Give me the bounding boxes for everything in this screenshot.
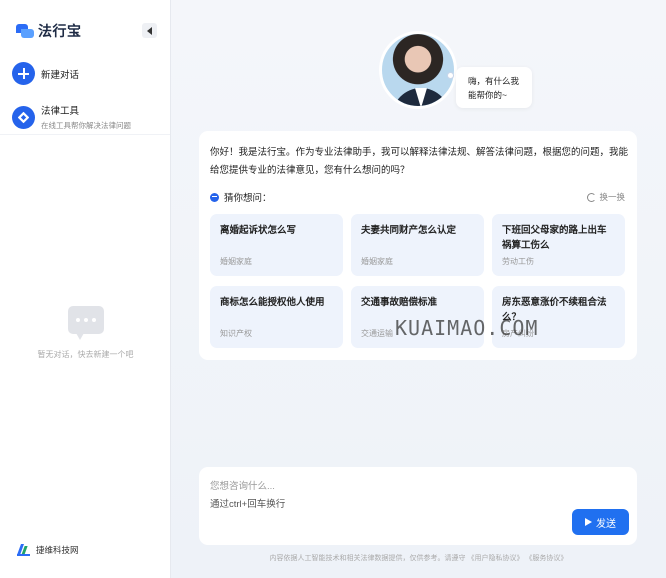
question-category: 婚姻家庭 — [361, 257, 393, 266]
new-chat-button[interactable]: 新建对话 — [12, 62, 79, 85]
question-title: 商标怎么能授权他人使用 — [220, 297, 325, 308]
question-category: 劳动工伤 — [502, 257, 534, 266]
refresh-label: 换一换 — [599, 192, 625, 202]
status-dot — [447, 72, 454, 79]
disclaimer: 内容依据人工智能技术和相关法律数据提供，仅供参考。请遵守 《用户隐私协议》 《服… — [269, 555, 568, 562]
suggestions-header: 猜你想问： — [210, 190, 272, 204]
question-category: 婚姻家庭 — [220, 257, 252, 266]
intro-text: 你好！我是法行宝。作为专业法律助手，我可以解释法律法规、解答法律问题，根据您的问… — [210, 147, 629, 176]
app-logo: 法行宝 — [16, 21, 82, 41]
suggestion-icon — [210, 192, 219, 202]
suggested-question[interactable]: 商标怎么能授权他人使用 知识产权 — [210, 286, 343, 348]
plus-icon — [12, 62, 35, 85]
sidebar-item-legal-tools[interactable]: 法律工具 在线工具帮你解决法律问题 — [12, 103, 131, 131]
app-title: 法行宝 — [38, 23, 82, 39]
question-category: 知识产权 — [220, 329, 252, 338]
logo-icon — [16, 23, 34, 39]
chat-main: 嗨，有什么我能帮你的~ 你好！我是法行宝。作为专业法律助手，我可以解释法律法规、… — [171, 0, 666, 578]
brand-name: 捷维科技网 — [36, 545, 79, 555]
watermark-text: KUAIMAO.COM — [395, 316, 539, 340]
legal-tools-subtitle: 在线工具帮你解决法律问题 — [41, 121, 131, 130]
input-hint: 通过ctrl+回车换行 — [210, 499, 286, 510]
footer-brand: 捷维科技网 — [16, 543, 79, 557]
question-title: 下班回父母家的路上出车祸算工伤么 — [502, 225, 607, 251]
send-icon — [585, 518, 592, 526]
suggested-question[interactable]: 下班回父母家的路上出车祸算工伤么 劳动工伤 — [492, 214, 625, 276]
chevron-left-icon — [147, 26, 152, 35]
refresh-button[interactable]: 换一换 — [587, 191, 625, 203]
suggestions-label: 猜你想问： — [224, 193, 272, 204]
chat-input[interactable]: 您想咨询什么... 通过ctrl+回车换行 发送 — [199, 467, 637, 545]
refresh-icon — [587, 192, 597, 202]
empty-history-text: 暂无对话，快去新建一个吧 — [37, 350, 134, 359]
new-chat-label: 新建对话 — [41, 69, 80, 81]
brand-logo-icon — [16, 543, 31, 557]
input-placeholder: 您想咨询什么... — [210, 481, 275, 492]
divider — [0, 134, 170, 135]
suggested-question[interactable]: 离婚起诉状怎么写 婚姻家庭 — [210, 214, 343, 276]
sidebar: 法行宝 新建对话 法律工具 在线工具帮你解决法律问题 暂无对话，快去新建一个吧 … — [0, 0, 171, 578]
collapse-sidebar-button[interactable] — [142, 23, 157, 38]
send-button[interactable]: 发送 — [572, 509, 629, 535]
question-category: 交通运输 — [361, 329, 393, 338]
suggested-question[interactable]: 夫妻共同财产怎么认定 婚姻家庭 — [351, 214, 484, 276]
cube-icon — [12, 105, 35, 129]
legal-tools-label: 法律工具 — [41, 106, 80, 117]
question-title: 夫妻共同财产怎么认定 — [361, 225, 457, 236]
send-label: 发送 — [596, 518, 616, 530]
chat-bubble-icon — [67, 306, 104, 340]
greeting-bubble: 嗨，有什么我能帮你的~ — [456, 67, 532, 108]
question-title: 离婚起诉状怎么写 — [220, 225, 297, 236]
question-title: 交通事故赔偿标准 — [361, 297, 438, 308]
assistant-avatar — [379, 31, 457, 109]
empty-history: 暂无对话，快去新建一个吧 — [0, 306, 171, 360]
